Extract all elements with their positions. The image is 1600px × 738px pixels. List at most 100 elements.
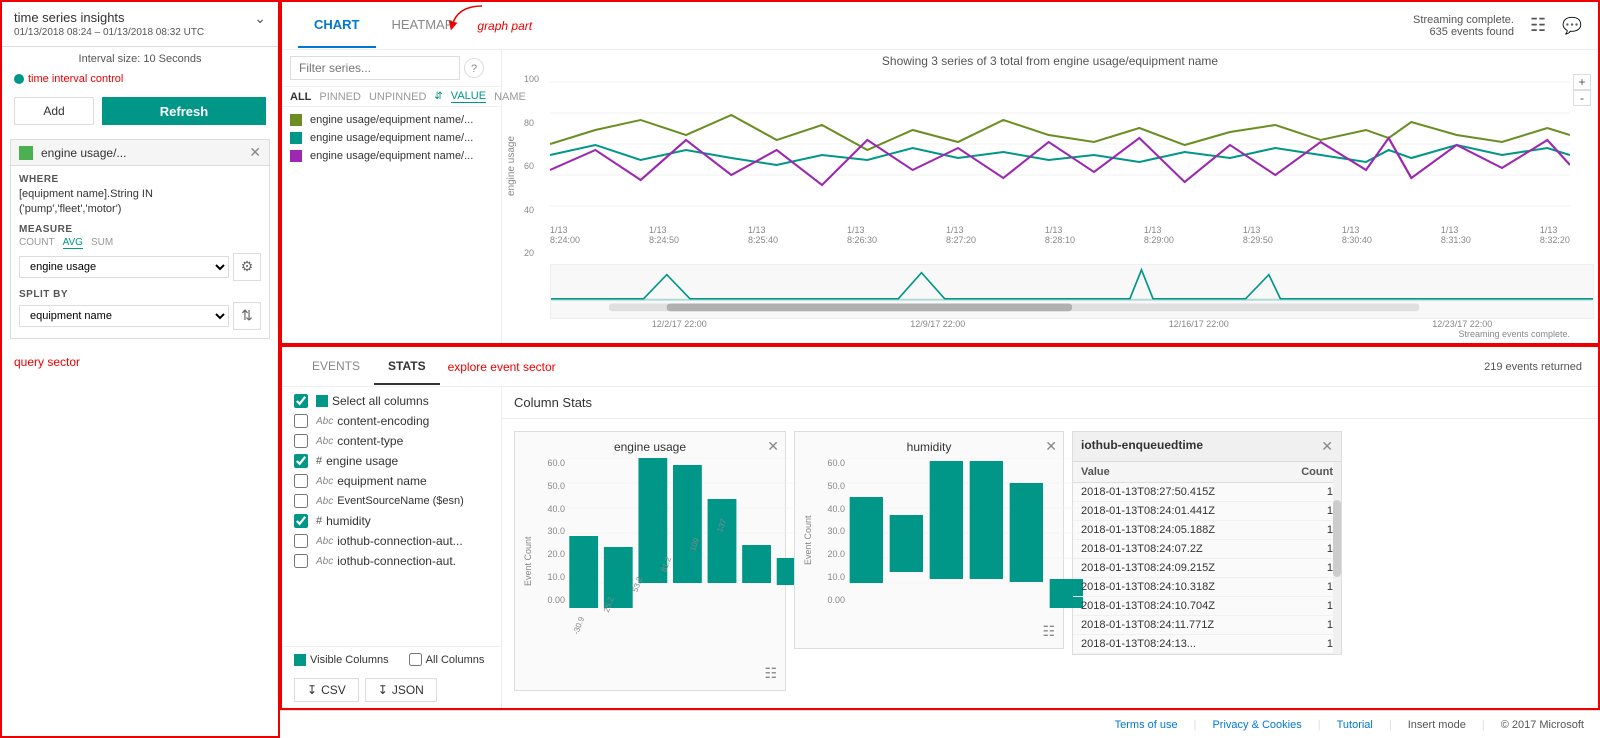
- visible-col-indicator: [294, 654, 306, 666]
- table-cell-value: 2018-01-13T08:24:05.188Z: [1073, 521, 1276, 540]
- columns-footer: Visible Columns All Columns ↧ CSV: [282, 646, 501, 708]
- col-checkbox-all[interactable]: [294, 394, 308, 408]
- measure-tab-avg[interactable]: AVG: [63, 237, 83, 249]
- col-checkbox-eventsource[interactable]: [294, 494, 308, 508]
- series-item-2[interactable]: engine usage/equipment name/...: [290, 147, 493, 165]
- col-checkbox-type[interactable]: [294, 434, 308, 448]
- chevron-down-icon[interactable]: ⌄: [254, 10, 266, 27]
- grid-icon[interactable]: ☷: [1530, 15, 1546, 36]
- table-cell-value: 2018-01-13T08:24:13...: [1073, 635, 1276, 654]
- col-checkbox-humidity[interactable]: [294, 514, 308, 528]
- where-value: [equipment name].String IN ('pump','flee…: [19, 187, 261, 218]
- table-cell-count: 1: [1276, 597, 1341, 616]
- table-cell-count: 1: [1276, 559, 1341, 578]
- series-tab-all[interactable]: ALL: [290, 91, 311, 103]
- series-panel: ? ALL PINNED UNPINNED ⇵ VALUE NAME engin…: [282, 50, 502, 343]
- series-item-1[interactable]: engine usage/equipment name/...: [290, 129, 493, 147]
- series-item-0[interactable]: engine usage/equipment name/...: [290, 111, 493, 129]
- col-checkbox-iothub1[interactable]: [294, 534, 308, 548]
- series-label-1: engine usage/equipment name/...: [310, 132, 473, 144]
- insert-mode: Insert mode: [1408, 719, 1466, 731]
- col-checkbox-iothub2[interactable]: [294, 554, 308, 568]
- explore-events-count: 219 events returned: [1484, 361, 1582, 373]
- all-columns-checkbox[interactable]: [409, 653, 422, 666]
- table-card-close[interactable]: ✕: [1321, 438, 1333, 455]
- col-item-all: Select all columns: [282, 391, 501, 411]
- series-tab-value[interactable]: VALUE: [451, 90, 486, 103]
- measure-tab-count[interactable]: COUNT: [19, 237, 55, 249]
- stat-card-engine-close[interactable]: ✕: [767, 438, 779, 455]
- tutorial-link[interactable]: Tutorial: [1337, 719, 1373, 731]
- query-card: engine usage/... ✕ WHERE [equipment name…: [10, 139, 270, 339]
- sidebar-header: time series insights ⌄ 01/13/2018 08:24 …: [2, 2, 278, 47]
- stat-card-engine: engine usage ✕ Event Count 60.050.040.03…: [514, 431, 786, 691]
- table-row: 2018-01-13T08:24:13...1: [1073, 635, 1341, 654]
- chat-icon[interactable]: 💬: [1562, 16, 1582, 36]
- split-by-select[interactable]: equipment name: [19, 305, 229, 327]
- footer-buttons: ↧ CSV ↧ JSON: [294, 678, 437, 702]
- table-row: 2018-01-13T08:24:10.704Z1: [1073, 597, 1341, 616]
- humidity-grid-icon[interactable]: ☷: [803, 623, 1055, 640]
- measure-tab-sum[interactable]: SUM: [91, 237, 113, 249]
- col-type-type: Abc: [316, 436, 333, 447]
- col-item-content-encoding: Abc content-encoding: [282, 411, 501, 431]
- json-label: JSON: [392, 683, 424, 697]
- series-tab-pinned[interactable]: PINNED: [319, 91, 361, 103]
- table-scrollbar-thumb[interactable]: [1333, 500, 1341, 577]
- measure-select[interactable]: engine usage: [19, 256, 229, 278]
- terms-link[interactable]: Terms of use: [1115, 719, 1178, 731]
- table-scrollbar[interactable]: [1333, 462, 1341, 654]
- table-card-title: iothub-enqueuedtime: [1081, 438, 1321, 455]
- stat-card-humidity-close[interactable]: ✕: [1045, 438, 1057, 455]
- interval-row: Interval size: 10 Seconds: [2, 47, 278, 71]
- sidebar: time series insights ⌄ 01/13/2018 08:24 …: [0, 0, 280, 738]
- table-cell-count: 1: [1276, 540, 1341, 559]
- split-by-icon[interactable]: ⇅: [233, 302, 261, 330]
- streaming-label: Streaming complete.: [1413, 14, 1514, 26]
- json-button[interactable]: ↧ JSON: [365, 678, 437, 702]
- timeline-container: 12/2/17 22:0012/9/17 22:0012/16/17 22:00…: [506, 264, 1594, 329]
- col-item-equipment-name: Abc equipment name: [282, 471, 501, 491]
- table-cell-count: 1: [1276, 483, 1341, 502]
- explore-area: EVENTS STATS explore event sector 219 ev…: [280, 345, 1600, 710]
- col-checkbox-engine[interactable]: [294, 454, 308, 468]
- app-footer: Terms of use | Privacy & Cookies | Tutor…: [280, 710, 1600, 738]
- col-name-iothub1: iothub-connection-aut...: [337, 534, 462, 548]
- zoom-in-button[interactable]: +: [1573, 74, 1591, 90]
- table-row: 2018-01-13T08:24:09.215Z1: [1073, 559, 1341, 578]
- series-label-0: engine usage/equipment name/...: [310, 114, 473, 126]
- copyright: © 2017 Microsoft: [1501, 719, 1584, 731]
- timeline-x-labels: 12/2/17 22:0012/9/17 22:0012/16/17 22:00…: [550, 319, 1594, 329]
- filter-help-icon[interactable]: ?: [464, 58, 484, 78]
- refresh-button[interactable]: Refresh: [102, 97, 266, 125]
- query-close-icon[interactable]: ✕: [249, 144, 261, 161]
- query-sector-label: query sector: [2, 347, 278, 377]
- privacy-link[interactable]: Privacy & Cookies: [1212, 719, 1301, 731]
- csv-button[interactable]: ↧ CSV: [294, 678, 359, 702]
- series-label-2: engine usage/equipment name/...: [310, 150, 473, 162]
- tab-stats[interactable]: STATS: [374, 349, 440, 385]
- col-checkbox-encoding[interactable]: [294, 414, 308, 428]
- filter-series-input[interactable]: [290, 56, 460, 80]
- table-cell-count: 1: [1276, 635, 1341, 654]
- tab-chart[interactable]: CHART: [298, 3, 376, 48]
- measure-settings-icon[interactable]: ⚙: [233, 253, 261, 281]
- measure-label: MEASURE: [19, 224, 261, 235]
- zoom-out-button[interactable]: -: [1573, 90, 1591, 106]
- sort-icon[interactable]: ⇵: [434, 91, 442, 102]
- series-tab-unpinned[interactable]: UNPINNED: [369, 91, 426, 103]
- engine-grid-icon[interactable]: ☷: [523, 665, 777, 682]
- streaming-events-label: Streaming events complete.: [506, 329, 1594, 339]
- query-card-header: engine usage/... ✕: [11, 140, 269, 166]
- add-button[interactable]: Add: [14, 97, 94, 125]
- query-name: engine usage/...: [41, 146, 249, 160]
- query-body: WHERE [equipment name].String IN ('pump'…: [11, 166, 269, 338]
- col-type-encoding: Abc: [316, 416, 333, 427]
- table-card-header: iothub-enqueuedtime ✕: [1073, 432, 1341, 462]
- table-row: 2018-01-13T08:24:05.188Z1: [1073, 521, 1341, 540]
- y-axis-numbers: 10080604020: [522, 70, 550, 262]
- stat-card-humidity: humidity ✕ Event Count 60.050.040.030.02…: [794, 431, 1064, 649]
- tab-events[interactable]: EVENTS: [298, 349, 374, 385]
- col-checkbox-equipment[interactable]: [294, 474, 308, 488]
- series-color-2: [290, 150, 302, 162]
